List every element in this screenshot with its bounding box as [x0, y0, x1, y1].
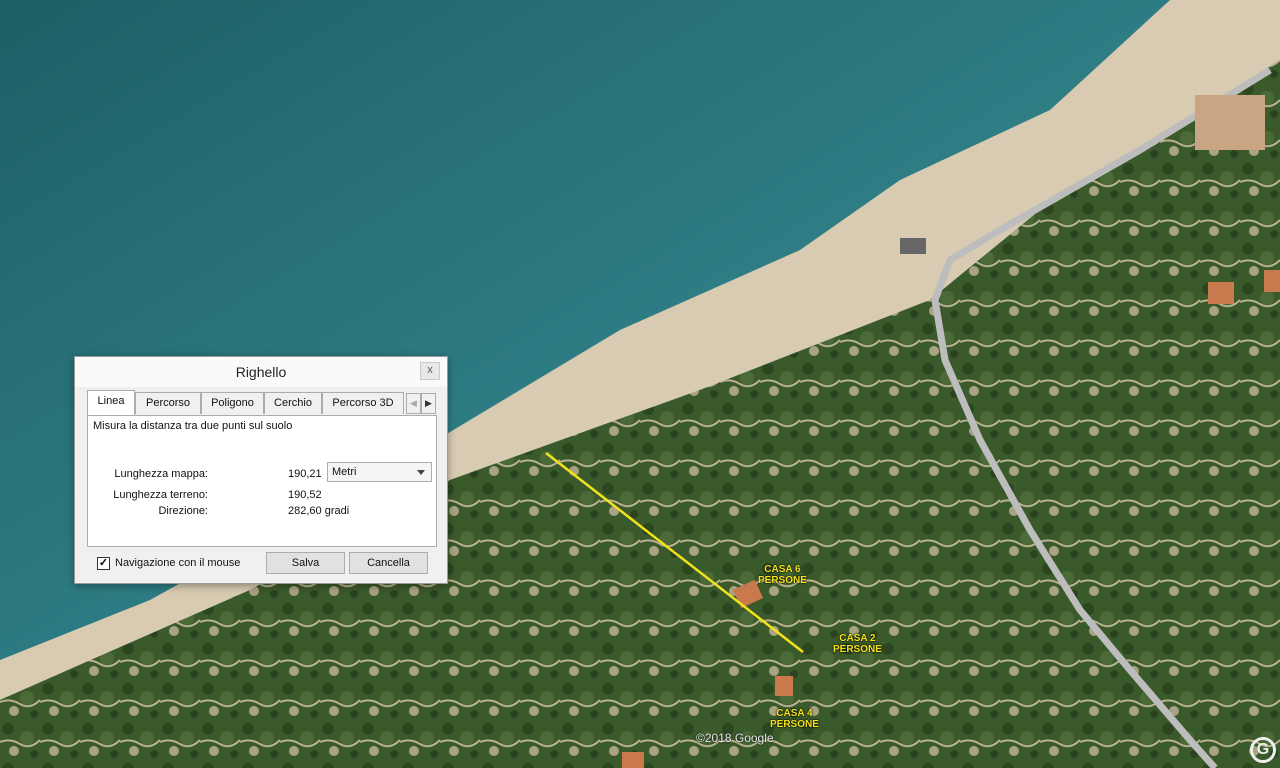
tab-percorso-3d[interactable]: Percorso 3D	[322, 392, 404, 414]
unit-select[interactable]: Metri	[327, 462, 432, 482]
chevron-down-icon	[417, 470, 425, 475]
map-label-casa-4: CASA 4 PERSONE	[770, 708, 819, 730]
building	[1208, 282, 1234, 304]
dialog-title: Righello	[235, 364, 287, 380]
building	[1264, 270, 1280, 292]
house-casa-4	[775, 676, 793, 696]
ground-length-value: 190,52	[288, 489, 322, 501]
close-button[interactable]: x	[420, 362, 440, 380]
ground-length-label: Lunghezza terreno:	[113, 489, 208, 501]
map-length-value: 190,21	[288, 468, 322, 480]
map-length-label: Lunghezza mappa:	[114, 468, 208, 480]
tab-linea[interactable]: Linea	[87, 390, 135, 415]
heading-value: 282,60 gradi	[288, 505, 350, 517]
house	[622, 752, 644, 768]
cancel-button[interactable]: Cancella	[349, 552, 428, 574]
chevron-left-icon: ◀	[410, 398, 417, 408]
tab-percorso[interactable]: Percorso	[135, 392, 201, 414]
map-label-casa-6: CASA 6 PERSONE	[758, 564, 807, 586]
mouse-navigation-label: Navigazione con il mouse	[115, 557, 241, 569]
heading-label: Direzione:	[158, 505, 208, 517]
building	[1195, 95, 1265, 150]
map-label-casa-2: CASA 2 PERSONE	[833, 633, 882, 655]
beach-kiosk	[900, 238, 926, 254]
tab-panel-linea: Misura la distanza tra due punti sul suo…	[87, 415, 437, 547]
map-copyright: ©2018 Google	[696, 731, 774, 745]
google-logo: G	[1250, 737, 1276, 763]
save-button[interactable]: Salva	[266, 552, 345, 574]
unit-select-value: Metri	[332, 466, 357, 478]
tab-cerchio[interactable]: Cerchio	[264, 392, 322, 414]
tab-poligono[interactable]: Poligono	[201, 392, 264, 414]
tool-description: Misura la distanza tra due punti sul suo…	[93, 420, 293, 432]
tab-scroll-right-button[interactable]: ▶	[421, 393, 436, 414]
tab-scroll-left-button[interactable]: ◀	[406, 393, 421, 414]
mouse-navigation-checkbox[interactable]: ✓	[97, 557, 110, 570]
dialog-titlebar[interactable]: Righello x	[75, 357, 447, 387]
ruler-dialog: Righello x Linea Percorso Poligono Cerch…	[74, 356, 448, 584]
chevron-right-icon: ▶	[425, 398, 432, 408]
